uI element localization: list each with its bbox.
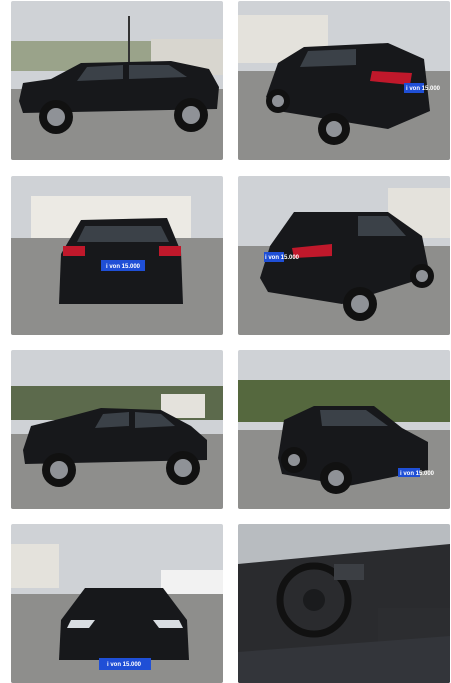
car-rear-photo: i von 15.000 <box>11 176 223 335</box>
car-front-photo: i von 15.000 <box>11 524 223 683</box>
gallery-photo-3[interactable]: i von 15.000 <box>11 176 223 335</box>
gallery-photo-8[interactable] <box>238 524 450 683</box>
car-side-photo <box>11 350 223 509</box>
gallery-photo-2[interactable]: i von 15.000 <box>238 1 450 160</box>
plate-text: i von 15.000 <box>406 86 441 92</box>
plate-text: i von 15.000 <box>106 264 141 270</box>
plate-text: i von 15.000 <box>107 662 142 668</box>
photo-gallery: i von 15.000 i von 15.000 i von 15.000 i… <box>0 0 451 683</box>
car-rear-quarter-photo: i von 15.000 <box>238 176 450 335</box>
gallery-photo-4[interactable]: i von 15.000 <box>238 176 450 335</box>
plate-text: i von 15.000 <box>265 255 300 261</box>
gallery-photo-7[interactable]: i von 15.000 <box>11 524 223 683</box>
car-interior-photo <box>238 524 450 683</box>
car-rear-quarter-photo: i von 15.000 <box>238 1 450 160</box>
car-side-photo <box>11 1 223 160</box>
gallery-photo-6[interactable]: i von 15.000 <box>238 350 450 509</box>
gallery-photo-5[interactable] <box>11 350 223 509</box>
plate-text: i von 15.000 <box>400 471 435 477</box>
car-front-quarter-photo: i von 15.000 <box>238 350 450 509</box>
gallery-photo-1[interactable] <box>11 1 223 160</box>
